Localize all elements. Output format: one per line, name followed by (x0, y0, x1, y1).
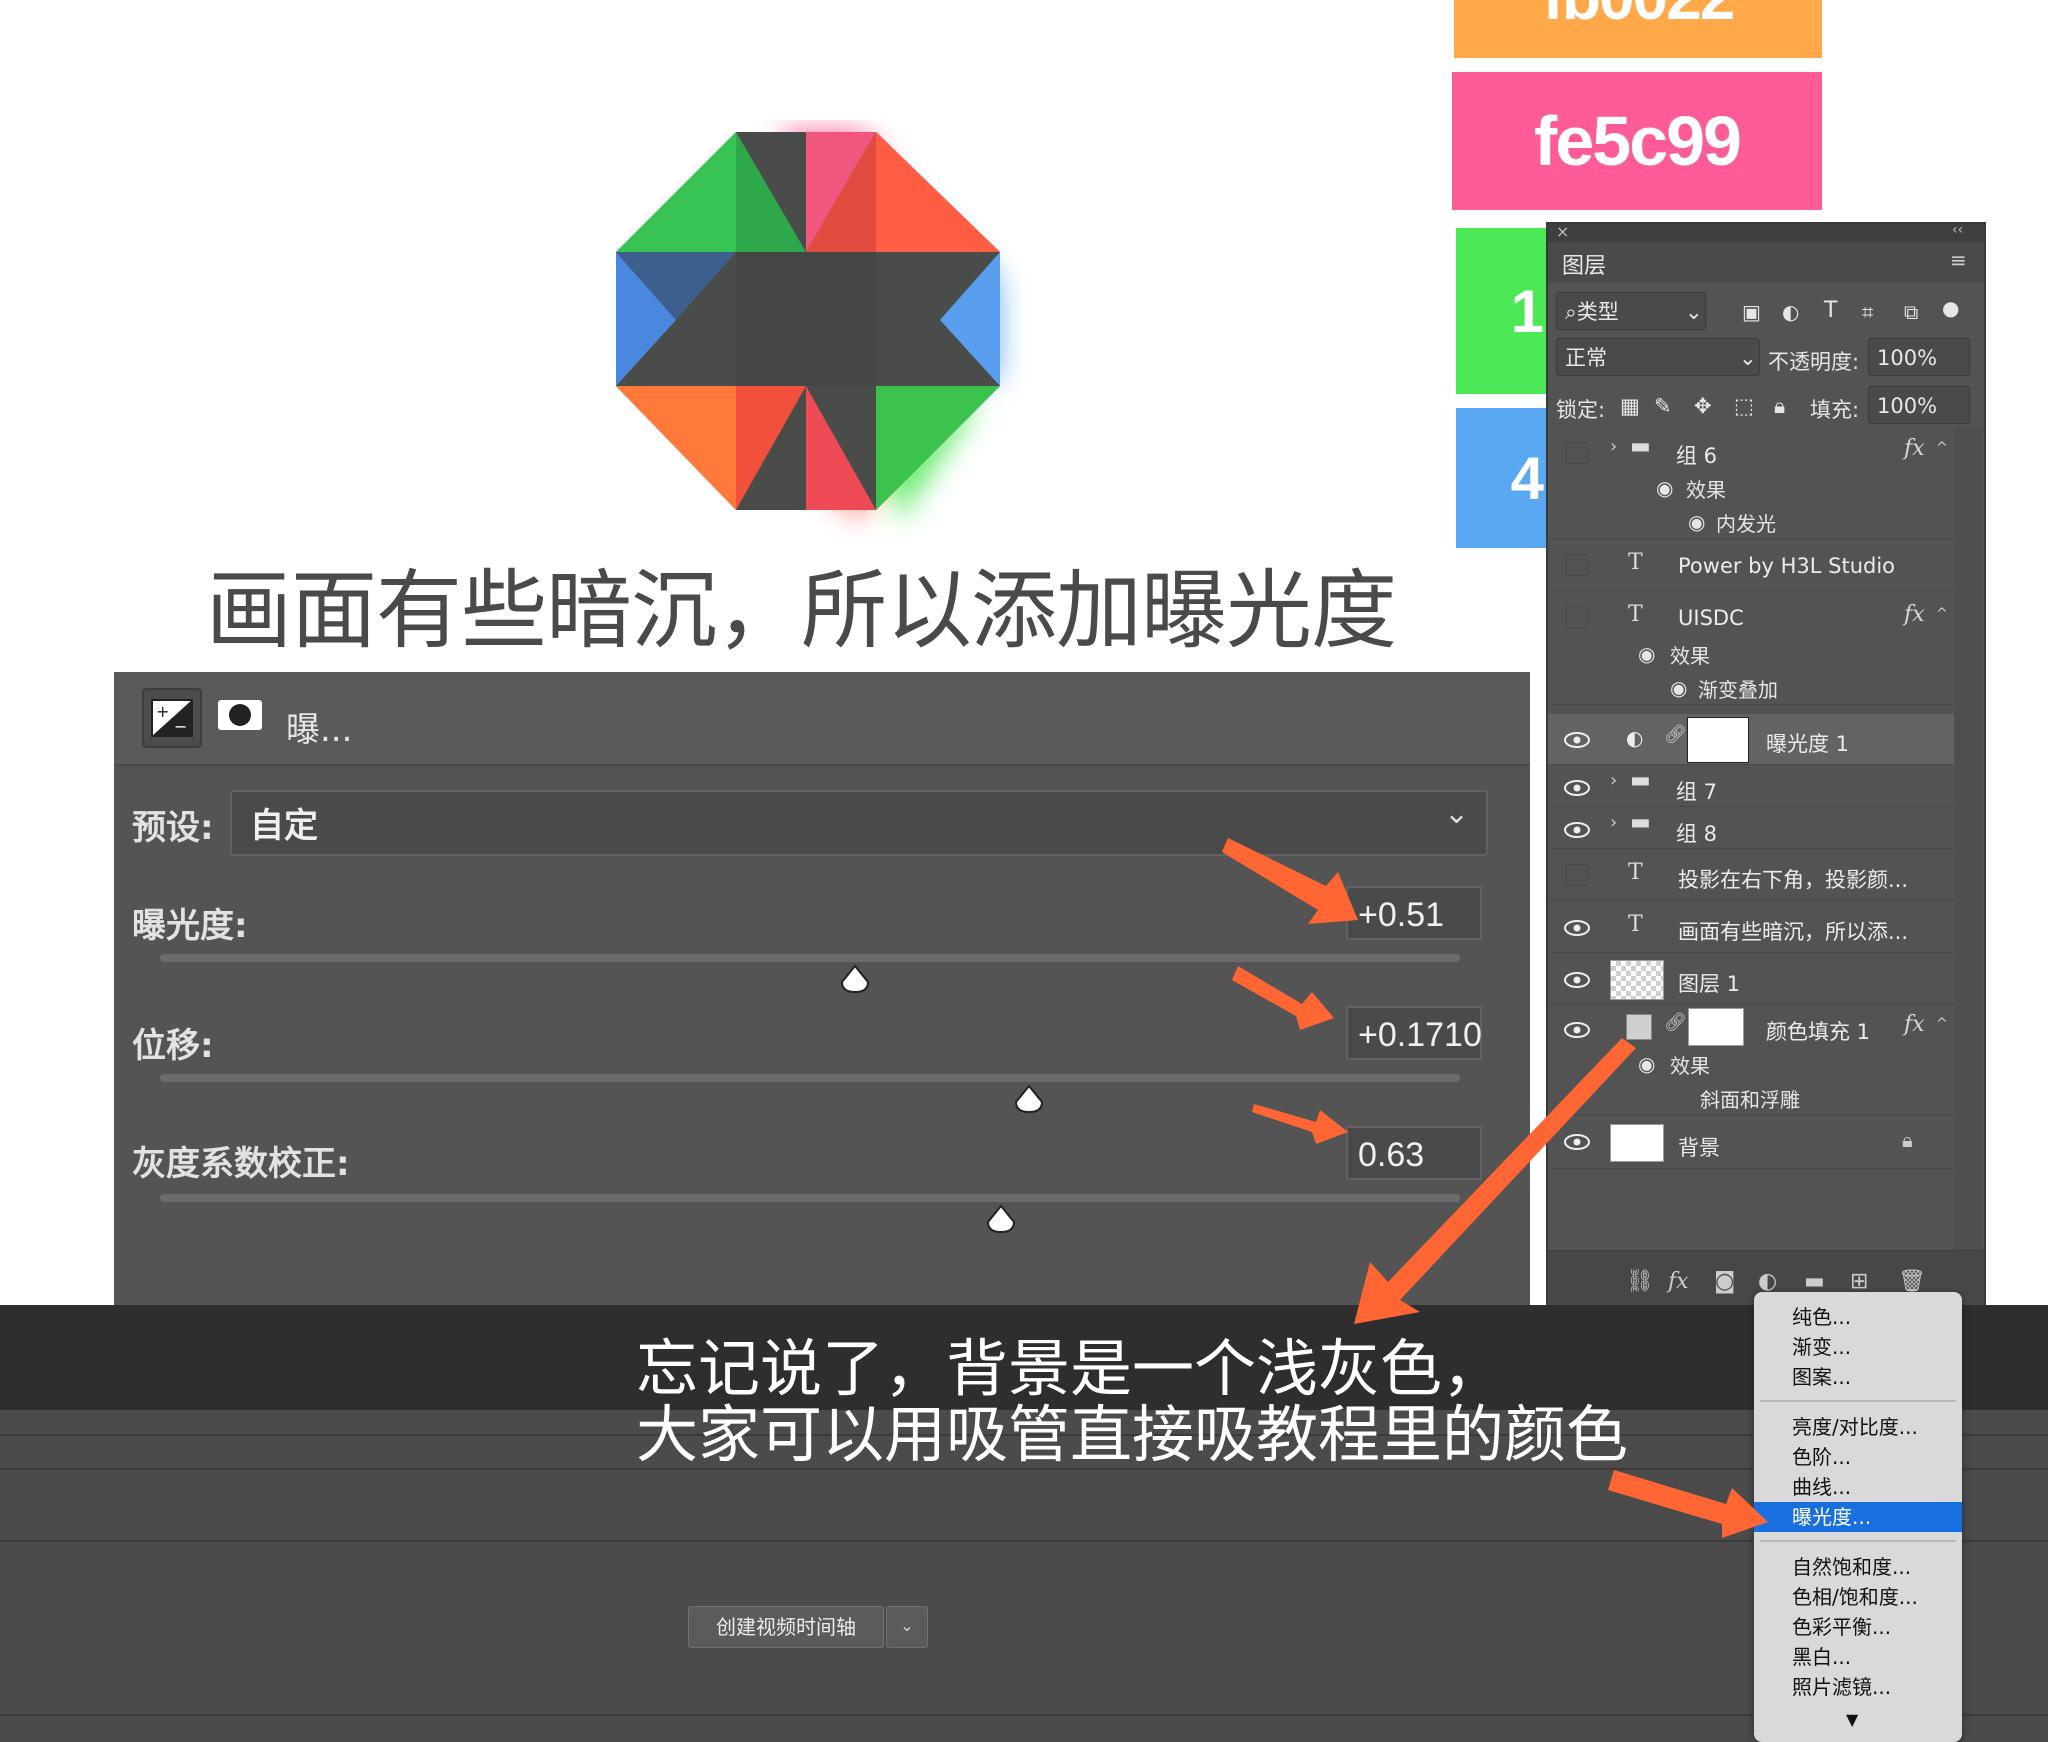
arrow-offset (1232, 966, 1334, 1030)
arrow-group (1222, 838, 1768, 1538)
arrow-menu (1608, 1470, 1768, 1538)
arrow-exposure (1222, 838, 1358, 924)
annotation-arrows (1222, 838, 1768, 1538)
arrow-gamma (1252, 1104, 1348, 1144)
arrow-color-fill (1354, 1038, 1636, 1324)
